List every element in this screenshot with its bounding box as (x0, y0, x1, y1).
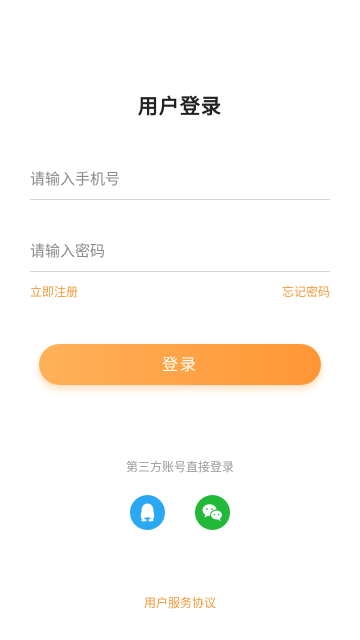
forgot-password-link[interactable]: 忘记密码 (282, 283, 330, 300)
wechat-login-button[interactable] (195, 495, 230, 530)
wechat-icon (202, 504, 223, 521)
register-link[interactable]: 立即注册 (30, 283, 78, 300)
password-input[interactable] (30, 231, 330, 271)
third-party-login-label: 第三方账号直接登录 (125, 460, 234, 474)
password-field-container (30, 231, 330, 272)
user-agreement-link[interactable]: 用户服务协议 (0, 594, 360, 611)
login-button[interactable]: 登录 (39, 344, 321, 385)
phone-input[interactable] (30, 159, 330, 199)
qq-login-button[interactable] (130, 495, 165, 530)
qq-icon (140, 503, 155, 522)
page-title: 用户登录 (138, 94, 222, 118)
phone-field-container (30, 159, 330, 200)
